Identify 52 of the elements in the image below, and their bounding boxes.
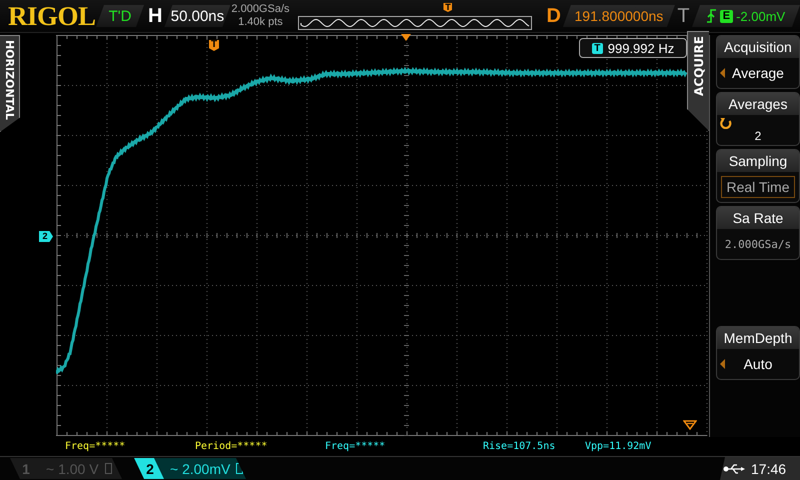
channel-number: 2 [145, 460, 155, 476]
menu-key-title: Acquisition [717, 36, 799, 58]
channel-scale: ~ 1.00 V [45, 460, 99, 476]
rotate-icon [720, 117, 732, 129]
memory-depth: 1.40k pts [237, 16, 284, 29]
timebase-readout: 50.00ns [164, 5, 230, 27]
delay-marker [401, 34, 411, 41]
trigger-source-badge: E [720, 10, 734, 22]
measurement-readout: Period=***** [195, 441, 268, 452]
measurement-readout: Freq=***** [65, 441, 126, 452]
menu-key[interactable]: Averages 2 [716, 92, 800, 146]
menu-key[interactable]: Sampling Real Time [716, 149, 800, 203]
menu-key-value: Average [732, 65, 784, 81]
usb-icon [723, 462, 745, 474]
measurement-readout: Rise=107.5ns [483, 441, 556, 452]
measurement-readout: Freq=***** [325, 441, 386, 452]
arrow-left-icon [720, 359, 725, 369]
clock: 17:46 [751, 460, 786, 476]
trigger-level: -2.00mV [736, 8, 786, 24]
bandwidth-icon [104, 463, 112, 474]
menu-key-title: Sampling [717, 150, 799, 172]
menu-key[interactable]: Acquisition Average [716, 35, 800, 89]
sample-rate: 2.000GSa/s [230, 3, 290, 16]
trigger-level-marker [683, 420, 697, 430]
menu-key-value: 2.000GSa/s [724, 238, 792, 250]
menu-key-title: MemDepth [717, 327, 799, 349]
channel-scale: ~ 2.00mV [169, 460, 230, 476]
trigger-position-marker: T [209, 40, 219, 51]
trigger-label: T [676, 4, 690, 28]
channel-tab[interactable]: 2 ~ 2.00mV [134, 458, 246, 479]
menu-key[interactable]: MemDepth Auto [716, 326, 800, 380]
counter-badge: T [592, 42, 603, 54]
channel-offset-marker: 2 [39, 231, 53, 242]
menu-key-title: Sa Rate [717, 207, 799, 229]
arrow-left-icon [720, 68, 725, 78]
horizontal-tab[interactable]: HORIZONTAL [0, 35, 20, 132]
acquire-tab[interactable]: ACQUIRE [687, 31, 709, 131]
delay-readout: 191.800000ns [562, 5, 675, 27]
delay-label: D [546, 4, 561, 28]
status-readout: T'D [96, 5, 144, 27]
menu-key[interactable]: Sa Rate 2.000GSa/s [716, 206, 800, 260]
menu-key-title: Averages [717, 93, 799, 115]
channel-number: 1 [21, 460, 31, 476]
counter-value: 999.992 Hz [608, 40, 674, 56]
bandwidth-icon [236, 463, 244, 474]
menu-key-value: 2 [754, 128, 762, 143]
trigger-position-marker: T [443, 3, 452, 12]
timebase-label: H [148, 4, 162, 28]
menu-key-value: Real Time [721, 176, 795, 198]
measurement-readout: Vpp=11.92mV [585, 441, 652, 452]
rising-edge-icon [706, 9, 717, 23]
menu-key-value: Auto [744, 356, 772, 372]
